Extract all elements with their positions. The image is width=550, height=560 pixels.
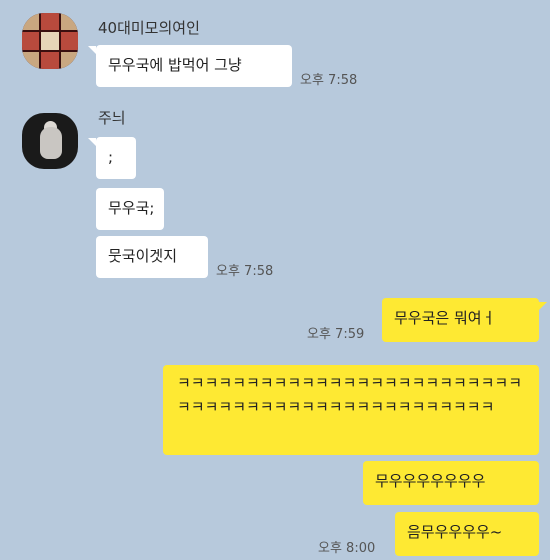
sender2-name: 주늬 [98, 109, 126, 127]
sender1-avatar[interactable] [22, 13, 78, 69]
sender1-name: 40대미모의여인 [98, 19, 200, 37]
message-bubble-4[interactable]: 뭇국이겟지 [96, 236, 208, 278]
message-bubble-5[interactable]: 무우국은 뭐여ㅓ [382, 298, 539, 342]
message-bubble-8[interactable]: 음무우우우우~ [395, 512, 539, 556]
bubble-tail [88, 138, 96, 146]
message-time-4: 오후 7:58 [216, 264, 274, 279]
message-time-5: 오후 7:59 [307, 327, 365, 342]
sender2-avatar[interactable] [22, 113, 78, 169]
message-bubble-1[interactable]: 무우국에 밥먹어 그냥 [96, 45, 292, 87]
message-bubble-7[interactable]: 무우우우우우우우 [363, 461, 539, 505]
message-bubble-3[interactable]: 무우국; [96, 188, 164, 230]
bubble-tail [88, 46, 96, 54]
message-bubble-6[interactable]: ㅋㅋㅋㅋㅋㅋㅋㅋㅋㅋㅋㅋㅋㅋㅋㅋㅋㅋㅋㅋㅋㅋㅋㅋㅋㅋㅋㅋㅋㅋㅋㅋㅋㅋㅋㅋㅋㅋㅋㅋ… [163, 365, 539, 455]
message-bubble-2[interactable]: ; [96, 137, 136, 179]
message-time-1: 오후 7:58 [300, 73, 358, 88]
message-time-8: 오후 8:00 [318, 541, 376, 556]
bubble-tail [539, 302, 547, 310]
